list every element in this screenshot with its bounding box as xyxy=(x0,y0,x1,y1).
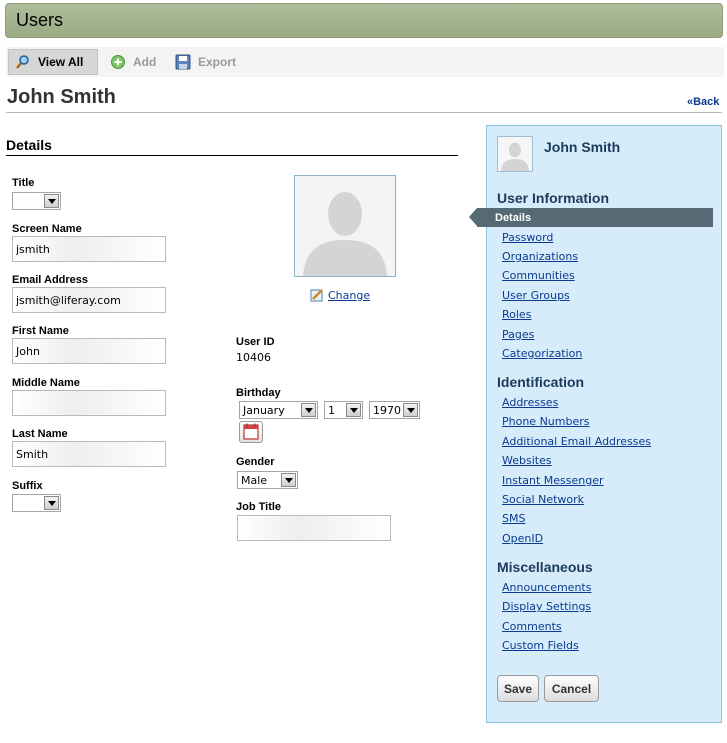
disk-icon xyxy=(175,54,191,70)
chevron-down-icon xyxy=(281,473,296,487)
calendar-icon xyxy=(243,423,259,440)
cancel-button[interactable]: Cancel xyxy=(544,675,599,702)
export-label: Export xyxy=(198,55,237,69)
sidebar-item-custom-fields[interactable]: Custom Fields xyxy=(502,639,579,652)
user-sidebar: John Smith User Information Details Pass… xyxy=(469,125,722,723)
birthday-year-value: 1970 xyxy=(373,403,401,417)
gender-label: Gender xyxy=(236,456,275,468)
sidebar-user-name: John Smith xyxy=(544,139,621,155)
job-title-input[interactable] xyxy=(237,515,391,541)
sidebar-item-password[interactable]: Password xyxy=(502,231,553,244)
title-select[interactable] xyxy=(12,192,61,210)
birthday-month-select[interactable]: January xyxy=(239,401,318,419)
title-label: Title xyxy=(12,177,35,189)
sidebar-item-openid[interactable]: OpenID xyxy=(502,532,543,545)
sidebar-item-roles[interactable]: Roles xyxy=(502,308,531,321)
user-id-value: 10406 xyxy=(236,351,271,364)
add-label: Add xyxy=(133,55,157,69)
sidebar-item-display-settings[interactable]: Display Settings xyxy=(502,600,591,613)
change-link-label: Change xyxy=(328,288,371,302)
sidebar-item-communities[interactable]: Communities xyxy=(502,269,575,282)
calendar-button[interactable] xyxy=(239,421,263,443)
suffix-select[interactable] xyxy=(12,494,61,512)
chevron-down-icon xyxy=(44,496,59,510)
add-icon xyxy=(110,54,126,70)
last-name-input[interactable]: Smith xyxy=(12,441,166,467)
birthday-label: Birthday xyxy=(236,387,281,399)
user-silhouette-icon xyxy=(295,176,395,276)
miscellaneous-heading: Miscellaneous xyxy=(497,559,593,575)
sidebar-item-announcements[interactable]: Announcements xyxy=(502,581,591,594)
sidebar-item-websites[interactable]: Websites xyxy=(502,454,552,467)
birthday-day-select[interactable]: 1 xyxy=(324,401,363,419)
sidebar-item-sms[interactable]: SMS xyxy=(502,512,525,525)
sidebar-item-user-groups[interactable]: User Groups xyxy=(502,289,570,302)
first-name-input[interactable]: John xyxy=(12,338,166,364)
screen-name-input[interactable]: jsmith xyxy=(12,236,166,262)
identification-heading: Identification xyxy=(497,374,585,390)
portrait-image xyxy=(294,175,396,277)
heading-divider xyxy=(6,112,722,113)
back-link[interactable]: «Back xyxy=(687,96,719,108)
view-all-label: View All xyxy=(38,55,84,69)
sidebar-avatar xyxy=(497,136,533,172)
sidebar-item-pages[interactable]: Pages xyxy=(502,328,534,341)
job-title-label: Job Title xyxy=(236,501,282,513)
gender-select[interactable]: Male xyxy=(237,471,298,489)
add-button[interactable]: Add xyxy=(104,49,156,75)
chevron-down-icon xyxy=(301,403,316,417)
details-section-title: Details xyxy=(6,137,458,156)
change-portrait-link[interactable]: Change xyxy=(310,288,370,302)
chevron-down-icon xyxy=(346,403,361,417)
middle-name-input[interactable] xyxy=(12,390,166,416)
gender-select-value: Male xyxy=(241,473,268,487)
last-name-label: Last Name xyxy=(12,428,68,440)
middle-name-label: Middle Name xyxy=(12,377,80,389)
sidebar-item-additional-email-addresses[interactable]: Additional Email Addresses xyxy=(502,435,651,448)
sidebar-item-organizations[interactable]: Organizations xyxy=(502,250,578,263)
sidebar-item-categorization[interactable]: Categorization xyxy=(502,347,582,360)
portlet-title-bar: Users xyxy=(5,3,723,38)
sidebar-item-instant-messenger[interactable]: Instant Messenger xyxy=(502,474,604,487)
edit-icon xyxy=(310,289,323,302)
sidebar-item-details[interactable]: Details xyxy=(469,208,713,227)
view-all-button[interactable]: View All xyxy=(8,49,98,75)
birthday-year-select[interactable]: 1970 xyxy=(369,401,420,419)
portlet-title: Users xyxy=(16,10,64,30)
user-silhouette-icon xyxy=(501,142,529,171)
first-name-label: First Name xyxy=(12,325,69,337)
email-label: Email Address xyxy=(12,274,89,286)
suffix-label: Suffix xyxy=(12,480,43,492)
screen-name-label: Screen Name xyxy=(12,223,82,235)
birthday-day-value: 1 xyxy=(328,403,335,417)
user-information-heading: User Information xyxy=(497,190,610,206)
sidebar-item-comments[interactable]: Comments xyxy=(502,620,562,633)
chevron-down-icon xyxy=(403,403,418,417)
birthday-month-value: January xyxy=(243,403,285,417)
search-users-icon xyxy=(15,54,31,70)
page-title: John Smith xyxy=(7,86,116,108)
sidebar-item-social-network[interactable]: Social Network xyxy=(502,493,584,506)
save-button[interactable]: Save xyxy=(497,675,539,702)
sidebar-item-phone-numbers[interactable]: Phone Numbers xyxy=(502,415,590,428)
toolbar: View All Add Export xyxy=(6,47,724,77)
email-field[interactable]: jsmith@liferay.com xyxy=(12,287,166,313)
chevron-down-icon xyxy=(44,194,59,208)
sidebar-item-addresses[interactable]: Addresses xyxy=(502,396,558,409)
user-id-label: User ID xyxy=(236,336,275,348)
export-button[interactable]: Export xyxy=(169,49,236,75)
